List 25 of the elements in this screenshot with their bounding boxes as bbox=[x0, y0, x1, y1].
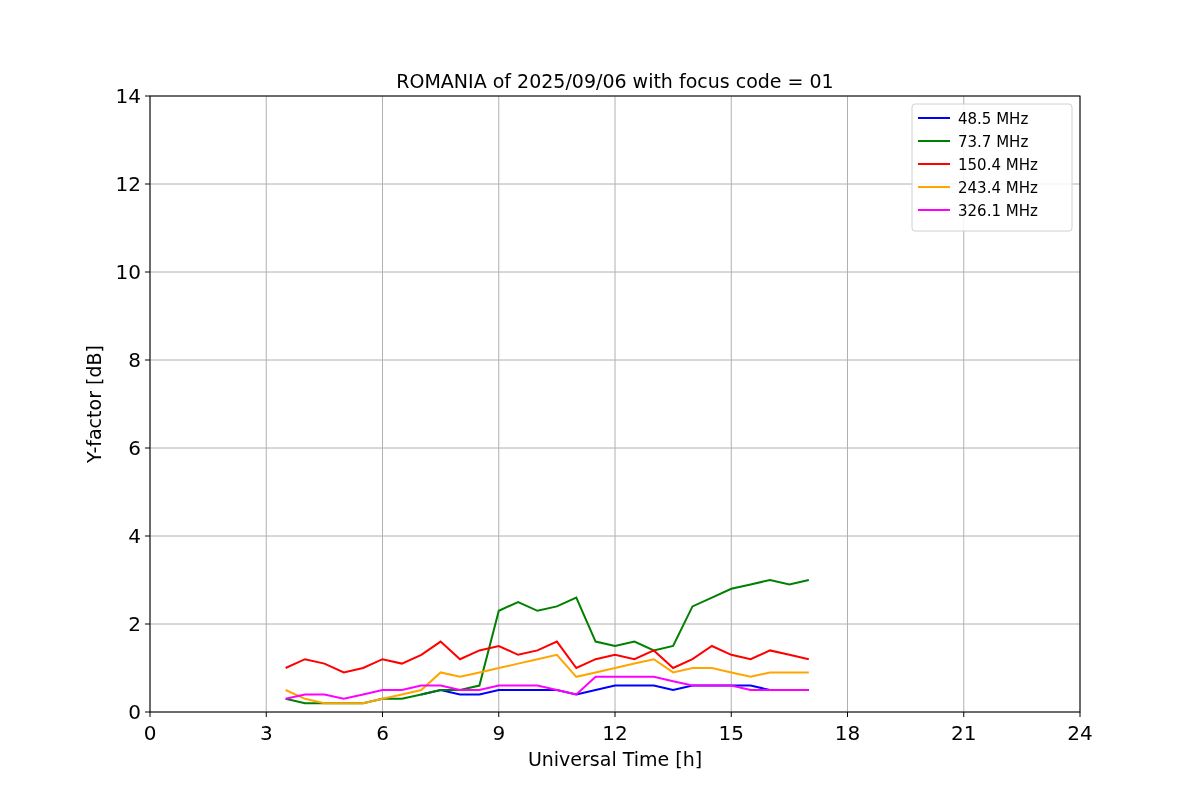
y-tick-label: 12 bbox=[115, 172, 141, 196]
legend-label: 150.4 MHz bbox=[958, 156, 1038, 174]
chart-title: ROMANIA of 2025/09/06 with focus code = 01 bbox=[396, 70, 834, 92]
x-tick-label: 3 bbox=[259, 721, 273, 745]
x-tick-label: 12 bbox=[602, 721, 628, 745]
y-tick-label: 0 bbox=[128, 700, 141, 724]
x-tick-label: 15 bbox=[718, 721, 744, 745]
y-tick-label: 6 bbox=[128, 436, 141, 460]
x-tick-label: 9 bbox=[492, 721, 506, 745]
legend-label: 243.4 MHz bbox=[958, 179, 1038, 197]
y-tick-label: 14 bbox=[115, 84, 141, 108]
x-tick-label: 18 bbox=[834, 721, 861, 745]
y-tick-label: 4 bbox=[128, 524, 141, 548]
x-tick-label: 24 bbox=[1067, 721, 1093, 745]
y-tick-label: 8 bbox=[128, 348, 141, 372]
legend-label: 326.1 MHz bbox=[958, 202, 1038, 220]
x-tick-label: 21 bbox=[951, 721, 977, 745]
x-tick-label: 0 bbox=[143, 721, 157, 745]
y-tick-label: 10 bbox=[115, 260, 141, 284]
legend-label: 73.7 MHz bbox=[958, 133, 1029, 151]
x-tick-label: 6 bbox=[376, 721, 389, 745]
y-axis-label: Y-factor [dB] bbox=[83, 345, 105, 463]
legend-label: 48.5 MHz bbox=[958, 110, 1029, 128]
x-axis-label: Universal Time [h] bbox=[527, 748, 703, 770]
y-tick-label: 2 bbox=[128, 612, 141, 636]
